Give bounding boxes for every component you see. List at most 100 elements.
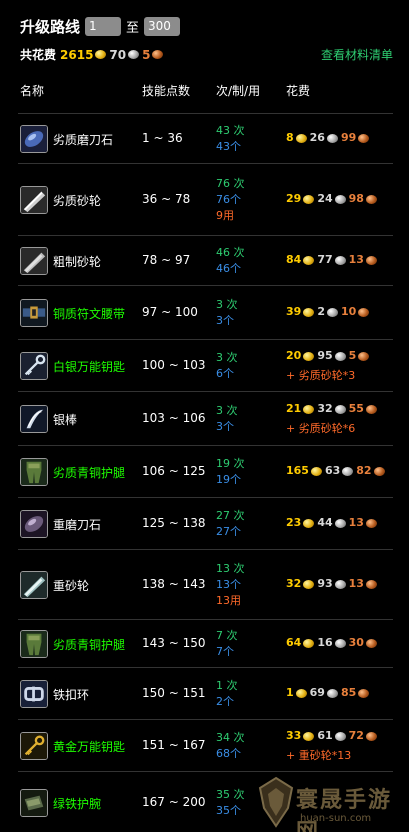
level-to-input[interactable]: 300 [144, 16, 181, 36]
craft-counts: 3 次 3个 [216, 403, 238, 435]
column-name: 名称 [20, 84, 45, 98]
craft-times: 3 次 [216, 298, 238, 311]
copper-coin-icon [358, 307, 370, 317]
craft-counts: 1 次 2个 [216, 678, 238, 710]
cost-silver: 26 [309, 131, 325, 144]
silver-rod-icon[interactable] [20, 405, 48, 433]
gold-coin-icon [95, 50, 107, 59]
heavy-sharpening-stone-icon[interactable] [20, 510, 48, 538]
item-name[interactable]: 银棒 [53, 411, 77, 428]
item-name[interactable]: 劣质青铜护腿 [53, 636, 125, 653]
item-cost: 64 16 30 [286, 636, 380, 649]
craft-counts: 35 次 35个 [216, 787, 245, 819]
golden-skeleton-key-icon[interactable] [20, 732, 48, 760]
cost-silver: 24 [317, 192, 333, 205]
item-name[interactable]: 劣质磨刀石 [53, 131, 113, 148]
item-name[interactable]: 劣质砂轮 [53, 192, 101, 209]
rough-sharpening-stone-icon[interactable] [20, 125, 48, 153]
skill-range: 143 ~ 150 [142, 636, 206, 650]
cost-copper: 30 [348, 636, 364, 649]
item-name[interactable]: 铁扣环 [53, 686, 89, 703]
table-row[interactable]: 重砂轮 138 ~ 143 13 次 13个 13用 32 93 13 [18, 549, 393, 619]
page-title: 升级路线 [20, 17, 81, 36]
rough-bronze-leggings-icon[interactable] [20, 630, 48, 658]
item-name[interactable]: 黄金万能钥匙 [53, 738, 125, 755]
cost-copper: 13 [348, 253, 364, 266]
table-row[interactable]: 劣质青铜护腿 106 ~ 125 19 次 19个 165 63 82 [18, 445, 393, 497]
item-name[interactable]: 劣质青铜护腿 [53, 464, 125, 481]
cost-copper: 72 [348, 729, 364, 742]
view-materials-link[interactable]: 查看材料清单 [321, 46, 393, 63]
item-name[interactable]: 白银万能钥匙 [53, 358, 125, 375]
craft-counts: 19 次 19个 [216, 456, 245, 488]
watermark-url: huan-sun.com [300, 813, 372, 824]
rough-bronze-leggings-icon[interactable] [20, 458, 48, 486]
watermark-text: 寰晟手游网 [296, 788, 393, 832]
item-name[interactable]: 粗制砂轮 [53, 253, 101, 270]
cost-copper: 13 [348, 577, 364, 590]
iron-buckle-icon[interactable] [20, 680, 48, 708]
cost-silver: 63 [324, 464, 341, 477]
table-row[interactable]: 劣质砂轮 36 ~ 78 76 次 76个 9用 29 24 98 [18, 163, 393, 235]
craft-times: 76 次 [216, 177, 245, 190]
copper-coin-icon [358, 133, 370, 143]
silver-coin-icon [334, 579, 346, 589]
craft-times: 19 次 [216, 457, 245, 470]
item-cost: 165 63 82 [286, 464, 388, 477]
cost-silver: 93 [317, 577, 333, 590]
column-times: 次/制/用 [216, 84, 261, 98]
runed-copper-belt-icon[interactable] [20, 299, 48, 327]
gold-coin-icon [303, 404, 315, 414]
cost-silver: 32 [317, 402, 333, 415]
item-count: 2个 [216, 695, 234, 708]
skill-range: 125 ~ 138 [142, 516, 206, 530]
item-count: 3个 [216, 314, 234, 327]
gold-coin-icon [303, 518, 315, 528]
silver-coin-icon [334, 194, 346, 204]
rough-grinding-stone-icon[interactable] [20, 186, 48, 214]
table-row[interactable]: 劣质青铜护腿 143 ~ 150 7 次 7个 64 16 30 [18, 619, 393, 667]
table-row[interactable]: 黄金万能钥匙 151 ~ 167 34 次 68个 33 61 72 + 重砂轮*13 [18, 719, 393, 771]
item-count: 27个 [216, 525, 241, 538]
upgrade-route-header: 升级路线 1 至 300 [20, 14, 181, 38]
cost-copper: 98 [348, 192, 364, 205]
silver-coin-icon [334, 731, 346, 741]
item-name[interactable]: 铜质符文腰带 [53, 305, 125, 322]
coarse-grinding-stone-icon[interactable] [20, 247, 48, 275]
table-row[interactable]: 重磨刀石 125 ~ 138 27 次 27个 23 44 13 [18, 497, 393, 549]
item-name[interactable]: 重砂轮 [53, 577, 89, 594]
cost-gold: 33 [286, 729, 302, 742]
copper-coin-icon [152, 50, 164, 59]
column-points: 技能点数 [142, 84, 191, 98]
item-cost: 21 32 55 [286, 402, 380, 415]
watermark-logo: 寰晟手游网 huan-sun.com [256, 772, 406, 832]
craft-counts: 34 次 68个 [216, 730, 245, 762]
craft-counts: 27 次 27个 [216, 508, 245, 540]
table-row[interactable]: 铁扣环 150 ~ 151 1 次 2个 1 69 85 [18, 667, 393, 719]
cost-gold: 8 [286, 131, 294, 144]
green-iron-bracers-icon[interactable] [20, 789, 48, 817]
level-from-input[interactable]: 1 [85, 16, 122, 36]
cost-gold: 84 [286, 253, 302, 266]
skill-range: 100 ~ 103 [142, 358, 206, 372]
heavy-grinding-stone-icon[interactable] [20, 571, 48, 599]
table-row[interactable]: 劣质磨刀石 1 ~ 36 43 次 43个 8 26 99 [18, 113, 393, 163]
item-count: 68个 [216, 747, 241, 760]
table-row[interactable]: 铜质符文腰带 97 ~ 100 3 次 3个 39 2 10 [18, 285, 393, 339]
item-cost: 33 61 72 [286, 729, 380, 742]
gold-coin-icon [295, 133, 307, 143]
item-count: 35个 [216, 804, 241, 817]
copper-coin-icon [365, 404, 377, 414]
table-row[interactable]: 白银万能钥匙 100 ~ 103 3 次 6个 20 95 5 + 劣质砂轮*3 [18, 339, 393, 391]
silver-coin-icon [334, 351, 346, 361]
silver-skeleton-key-icon[interactable] [20, 352, 48, 380]
cost-copper: 5 [348, 349, 357, 362]
cost-gold: 165 [286, 464, 309, 477]
item-name[interactable]: 绿铁护腕 [53, 795, 101, 812]
table-row[interactable]: 粗制砂轮 78 ~ 97 46 次 46个 84 77 13 [18, 235, 393, 285]
table-row[interactable]: 银棒 103 ~ 106 3 次 3个 21 32 55 + 劣质砂轮*6 [18, 391, 393, 445]
item-name[interactable]: 重磨刀石 [53, 516, 101, 533]
craft-counts: 3 次 6个 [216, 350, 238, 382]
extra-material: + 劣质砂轮*6 [286, 422, 356, 435]
skill-range: 1 ~ 36 [142, 131, 183, 145]
